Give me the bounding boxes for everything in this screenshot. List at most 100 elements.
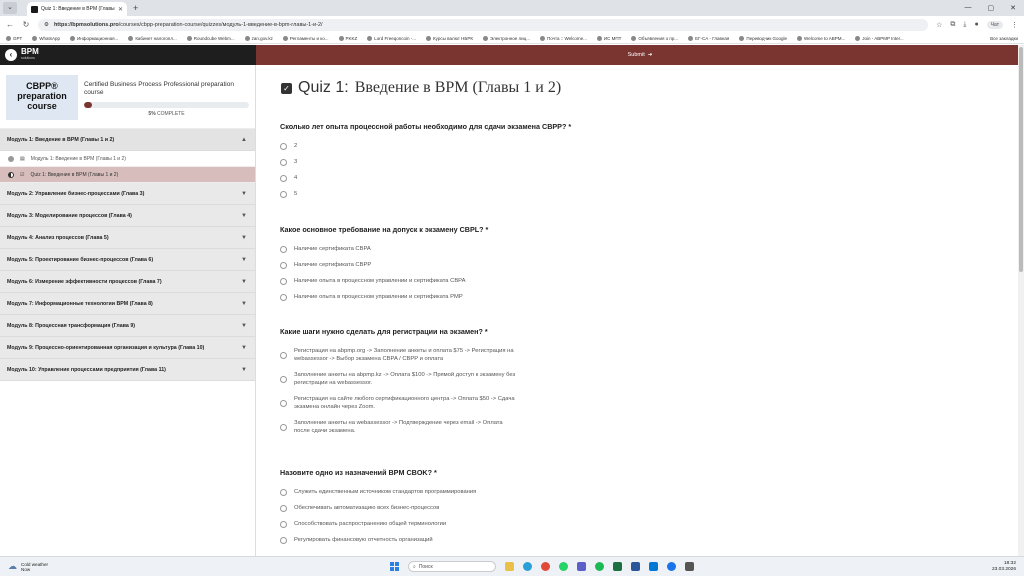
module-1-header[interactable]: Модуль 1: Введение в BPM (Главы 1 и 2) ▲ bbox=[0, 129, 255, 151]
radio-button[interactable] bbox=[280, 191, 287, 198]
lesson-item-active[interactable]: ☑ Quiz 1: Введение в BPM (Главы 1 и 2) bbox=[0, 167, 255, 183]
module-7-header[interactable]: Модуль 7: Информационные технологии BPM … bbox=[0, 293, 255, 315]
answer-option[interactable]: 4 bbox=[280, 174, 750, 182]
teams-icon[interactable] bbox=[577, 562, 586, 571]
bookmark-item[interactable]: Lord Freeqoncoin -... bbox=[367, 35, 416, 41]
radio-button[interactable] bbox=[280, 489, 287, 496]
radio-button[interactable] bbox=[280, 400, 287, 407]
maximize-icon[interactable]: ▢ bbox=[988, 4, 995, 12]
answer-option[interactable]: Регистрация на abpmp.org -> Заполнение а… bbox=[280, 347, 520, 363]
bookmark-item[interactable]: PKKZ bbox=[338, 35, 357, 41]
module-3-header[interactable]: Модуль 3: Моделирование процессов (Глава… bbox=[0, 205, 255, 227]
taskbar-search-input[interactable]: ⌕ Поиск bbox=[408, 561, 496, 572]
downloads-icon[interactable]: ⤓ bbox=[963, 21, 966, 29]
submit-button[interactable]: Submit ➔ bbox=[256, 45, 1024, 65]
tab-menu-icon[interactable]: ⌄ bbox=[3, 2, 17, 14]
browser-tab[interactable]: Quiz 1: Введение в BPM (Главы 1 и 2) ✕ bbox=[27, 2, 127, 16]
module-5-header[interactable]: Модуль 5: Проектирование бизнес-процессо… bbox=[0, 249, 255, 271]
bookmark-item[interactable]: zan.gov.kz bbox=[244, 35, 273, 41]
bookmark-item[interactable]: Кабинет налогопл... bbox=[128, 35, 177, 41]
radio-button[interactable] bbox=[280, 537, 287, 544]
answer-option[interactable]: 5 bbox=[280, 190, 750, 198]
word-icon[interactable] bbox=[631, 562, 640, 571]
bookmark-item[interactable]: Курсы валют НБРК bbox=[426, 35, 473, 41]
weather-widget[interactable]: ☁ Cold weather Now bbox=[8, 562, 148, 572]
course-title[interactable]: Certified Business Process Professional … bbox=[84, 81, 249, 97]
edge-icon[interactable] bbox=[667, 562, 676, 571]
radio-button[interactable] bbox=[280, 376, 287, 383]
profile-button[interactable]: Чат bbox=[986, 20, 1003, 29]
answer-option[interactable]: 3 bbox=[280, 158, 750, 166]
whatsapp-icon[interactable] bbox=[559, 562, 568, 571]
module-2-header[interactable]: Модуль 2: Управление бизнес-процессами (… bbox=[0, 183, 255, 205]
bookmark-item[interactable]: Информационная... bbox=[70, 35, 118, 41]
chrome-icon[interactable] bbox=[541, 562, 550, 571]
bookmark-item[interactable]: Roundcube Webm... bbox=[186, 35, 235, 41]
telegram-icon[interactable] bbox=[523, 562, 532, 571]
file-explorer-icon[interactable] bbox=[505, 562, 514, 571]
answer-option[interactable]: Регистрация на сайте любого сертификацио… bbox=[280, 395, 520, 411]
bookmark-item[interactable]: Электронное лиц... bbox=[483, 35, 530, 41]
radio-button[interactable] bbox=[280, 352, 287, 359]
radio-button[interactable] bbox=[280, 294, 287, 301]
radio-button[interactable] bbox=[280, 159, 287, 166]
system-clock[interactable]: 18:32 23.03.2026 bbox=[936, 561, 1016, 573]
answer-option[interactable]: Обеспечивать автоматизацию всех бизнес-п… bbox=[280, 504, 750, 512]
radio-button[interactable] bbox=[280, 262, 287, 269]
bookmark-star-icon[interactable]: ☆ bbox=[936, 21, 942, 29]
extensions-icon[interactable]: ⧉ bbox=[950, 21, 955, 29]
bookmark-item[interactable]: GPT bbox=[6, 35, 22, 41]
answer-option[interactable]: Наличие сертификата CBPP bbox=[280, 261, 750, 269]
minimize-icon[interactable]: — bbox=[965, 4, 972, 12]
bookmark-item[interactable]: Регламенты и ко... bbox=[282, 35, 329, 41]
bookmark-item[interactable]: Join - ABPMP Inter... bbox=[855, 35, 904, 41]
scrollbar-thumb[interactable] bbox=[1019, 47, 1023, 272]
new-tab-icon[interactable]: + bbox=[133, 3, 138, 13]
logo[interactable]: ‹ BPM solutions bbox=[0, 45, 256, 65]
excel-icon[interactable] bbox=[613, 562, 622, 571]
module-8-header[interactable]: Модуль 8: Процессная трансформация (Глав… bbox=[0, 315, 255, 337]
answer-option[interactable]: Способствовать распространению общей тер… bbox=[280, 520, 750, 528]
back-to-course-icon[interactable]: ‹ bbox=[5, 49, 17, 61]
avatar[interactable]: ● bbox=[974, 21, 978, 28]
radio-button[interactable] bbox=[280, 505, 287, 512]
outlook-icon[interactable] bbox=[649, 562, 658, 571]
windows-start-icon[interactable] bbox=[390, 562, 399, 571]
answer-option[interactable]: Заполнение анкеты на abpmp.kz -> Оплата … bbox=[280, 371, 520, 387]
page-scrollbar[interactable] bbox=[1018, 45, 1024, 556]
lesson-item[interactable]: ▤ Модуль 1: Введение в BPM (Главы 1 и 2) bbox=[0, 151, 255, 167]
bookmark-item[interactable]: Переводчик Google bbox=[739, 35, 787, 41]
module-10-header[interactable]: Модуль 10: Управление процессами предпри… bbox=[0, 359, 255, 381]
bookmark-item[interactable]: Welcome to ABPM... bbox=[797, 35, 845, 41]
bookmark-item[interactable]: WhatsApp bbox=[32, 35, 60, 41]
radio-button[interactable] bbox=[280, 143, 287, 150]
answer-option[interactable]: Заполнение анкеты на webassessor -> Подт… bbox=[280, 419, 520, 435]
module-6-header[interactable]: Модуль 6: Измерение эффективности процес… bbox=[0, 271, 255, 293]
module-4-header[interactable]: Модуль 4: Анализ процессов (Глава 5) ▼ bbox=[0, 227, 255, 249]
back-icon[interactable]: ← bbox=[6, 20, 14, 29]
radio-button[interactable] bbox=[280, 246, 287, 253]
site-info-icon[interactable]: ⚙ bbox=[44, 22, 49, 28]
answer-option[interactable]: 2 bbox=[280, 142, 750, 150]
close-window-icon[interactable]: ✕ bbox=[1010, 4, 1016, 12]
spotify-icon[interactable] bbox=[595, 562, 604, 571]
all-bookmarks-button[interactable]: Все закладки bbox=[990, 36, 1018, 41]
radio-button[interactable] bbox=[280, 521, 287, 528]
url-field[interactable]: ⚙ https://bpmsolutions.pro/courses/cbpp-… bbox=[38, 18, 929, 31]
bookmark-item[interactable]: ЕГ-СА - Главная bbox=[688, 35, 729, 41]
module-9-header[interactable]: Модуль 9: Процессно-ориентированная орга… bbox=[0, 337, 255, 359]
bookmark-item[interactable]: Почта :: Welcome... bbox=[540, 35, 587, 41]
reload-icon[interactable]: ↻ bbox=[22, 20, 30, 29]
answer-option[interactable]: Наличие опыта в процессном управлении и … bbox=[280, 277, 750, 285]
course-thumbnail[interactable]: CBPP® preparation course bbox=[6, 75, 78, 120]
radio-button[interactable] bbox=[280, 278, 287, 285]
menu-icon[interactable]: ⋮ bbox=[1011, 21, 1018, 29]
answer-option[interactable]: Наличие сертификата CBPA bbox=[280, 245, 750, 253]
radio-button[interactable] bbox=[280, 424, 287, 431]
bookmark-item[interactable]: ИС МПТ bbox=[596, 35, 621, 41]
answer-option[interactable]: Наличие опыта в процессном управлении и … bbox=[280, 293, 750, 301]
app-icon[interactable] bbox=[685, 562, 694, 571]
close-tab-icon[interactable]: ✕ bbox=[118, 6, 123, 13]
bookmark-item[interactable]: Объявления о пр... bbox=[631, 35, 678, 41]
answer-option[interactable]: Регулировать финансовую отчетность орган… bbox=[280, 536, 750, 544]
